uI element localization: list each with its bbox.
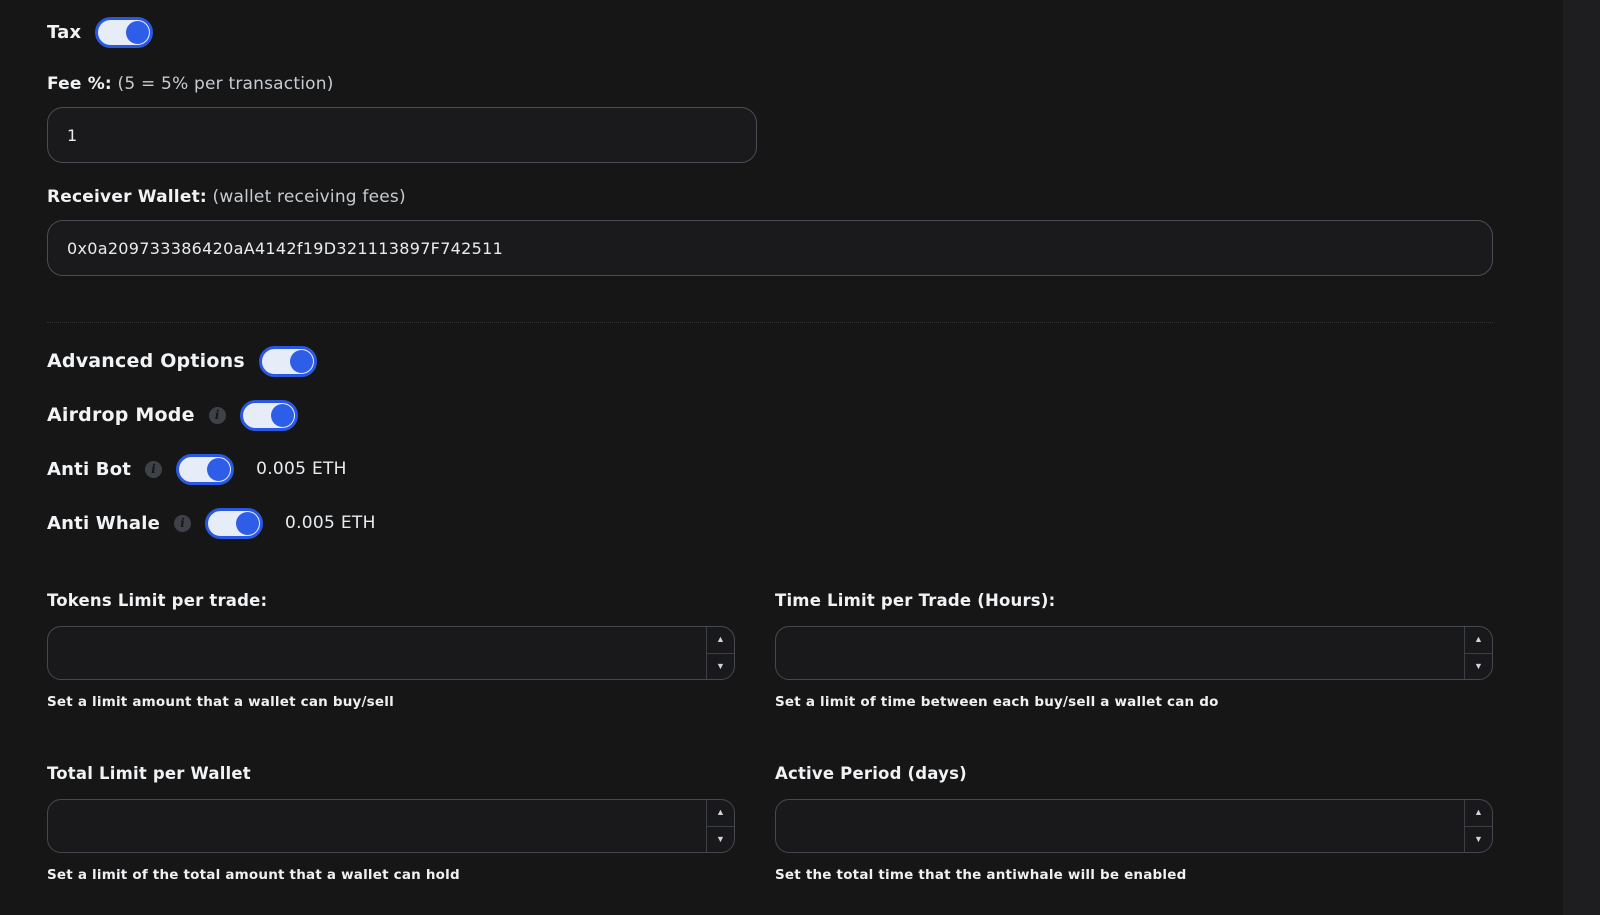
toggle-knob — [207, 458, 230, 481]
time-limit-input[interactable] — [776, 627, 1464, 679]
spin-down-icon[interactable]: ▼ — [1465, 654, 1492, 680]
active-period-helper: Set the total time that the antiwhale wi… — [775, 867, 1493, 883]
receiver-wallet-label: Receiver Wallet: (wallet receiving fees) — [47, 187, 1493, 207]
advanced-options-row: Advanced Options — [47, 345, 1493, 377]
anti-bot-info-icon[interactable]: i — [145, 461, 162, 478]
receiver-wallet-label-hint: (wallet receiving fees) — [213, 187, 406, 207]
advanced-options-label: Advanced Options — [47, 350, 245, 372]
airdrop-mode-toggle[interactable] — [240, 400, 298, 431]
active-period-spinner: ▲ ▼ — [1464, 800, 1492, 852]
receiver-wallet-label-text: Receiver Wallet: — [47, 187, 207, 207]
active-period-input-wrap: ▲ ▼ — [775, 799, 1493, 853]
anti-bot-amount: 0.005 ETH — [256, 459, 347, 479]
spin-up-icon[interactable]: ▲ — [1465, 627, 1492, 654]
spin-up-icon[interactable]: ▲ — [1465, 800, 1492, 827]
total-limit-input[interactable] — [48, 800, 706, 852]
anti-bot-row: Anti Bot i 0.005 ETH — [47, 453, 1493, 485]
anti-whale-amount: 0.005 ETH — [285, 513, 376, 533]
active-period-field: Active Period (days) ▲ ▼ Set the total t… — [775, 764, 1493, 883]
spin-down-icon[interactable]: ▼ — [707, 827, 734, 853]
spin-down-icon[interactable]: ▼ — [1465, 827, 1492, 853]
time-limit-field: Time Limit per Trade (Hours): ▲ ▼ Set a … — [775, 591, 1493, 710]
anti-whale-row: Anti Whale i 0.005 ETH — [47, 507, 1493, 539]
total-limit-field: Total Limit per Wallet ▲ ▼ Set a limit o… — [47, 764, 735, 883]
tokens-limit-input-wrap: ▲ ▼ — [47, 626, 735, 680]
total-limit-helper: Set a limit of the total amount that a w… — [47, 867, 735, 883]
time-limit-label: Time Limit per Trade (Hours): — [775, 591, 1493, 610]
page-right-gutter — [1563, 0, 1600, 915]
anti-whale-toggle[interactable] — [205, 508, 263, 539]
anti-bot-toggle[interactable] — [176, 454, 234, 485]
time-limit-spinner: ▲ ▼ — [1464, 627, 1492, 679]
tax-row: Tax — [47, 14, 1493, 50]
toggle-knob — [290, 350, 313, 373]
limits-grid: Tokens Limit per trade: ▲ ▼ Set a limit … — [47, 591, 1493, 883]
fee-label-hint: (5 = 5% per transaction) — [118, 74, 334, 94]
receiver-wallet-input[interactable] — [47, 220, 1493, 276]
time-limit-input-wrap: ▲ ▼ — [775, 626, 1493, 680]
fee-percent-input[interactable] — [47, 107, 757, 163]
tokens-limit-helper: Set a limit amount that a wallet can buy… — [47, 694, 735, 710]
spin-down-icon[interactable]: ▼ — [707, 654, 734, 680]
total-limit-spinner: ▲ ▼ — [706, 800, 734, 852]
fee-label-text: Fee %: — [47, 74, 112, 94]
toggle-knob — [236, 512, 259, 535]
token-settings-form: Tax Fee %: (5 = 5% per transaction) Rece… — [47, 0, 1493, 883]
active-period-label: Active Period (days) — [775, 764, 1493, 783]
tax-toggle[interactable] — [95, 17, 153, 48]
tax-label: Tax — [47, 22, 81, 43]
tokens-limit-label: Tokens Limit per trade: — [47, 591, 735, 610]
airdrop-mode-label: Airdrop Mode — [47, 404, 195, 426]
anti-whale-label: Anti Whale — [47, 513, 160, 534]
tokens-limit-field: Tokens Limit per trade: ▲ ▼ Set a limit … — [47, 591, 735, 710]
anti-bot-label: Anti Bot — [47, 459, 131, 480]
section-divider — [47, 322, 1493, 323]
total-limit-input-wrap: ▲ ▼ — [47, 799, 735, 853]
tokens-limit-input[interactable] — [48, 627, 706, 679]
spin-up-icon[interactable]: ▲ — [707, 627, 734, 654]
total-limit-label: Total Limit per Wallet — [47, 764, 735, 783]
anti-whale-info-icon[interactable]: i — [174, 515, 191, 532]
tokens-limit-spinner: ▲ ▼ — [706, 627, 734, 679]
airdrop-mode-row: Airdrop Mode i — [47, 399, 1493, 431]
advanced-options-toggle[interactable] — [259, 346, 317, 377]
toggle-knob — [271, 404, 294, 427]
airdrop-mode-info-icon[interactable]: i — [209, 407, 226, 424]
spin-up-icon[interactable]: ▲ — [707, 800, 734, 827]
time-limit-helper: Set a limit of time between each buy/sel… — [775, 694, 1493, 710]
fee-label: Fee %: (5 = 5% per transaction) — [47, 74, 1493, 94]
active-period-input[interactable] — [776, 800, 1464, 852]
toggle-knob — [126, 21, 149, 44]
